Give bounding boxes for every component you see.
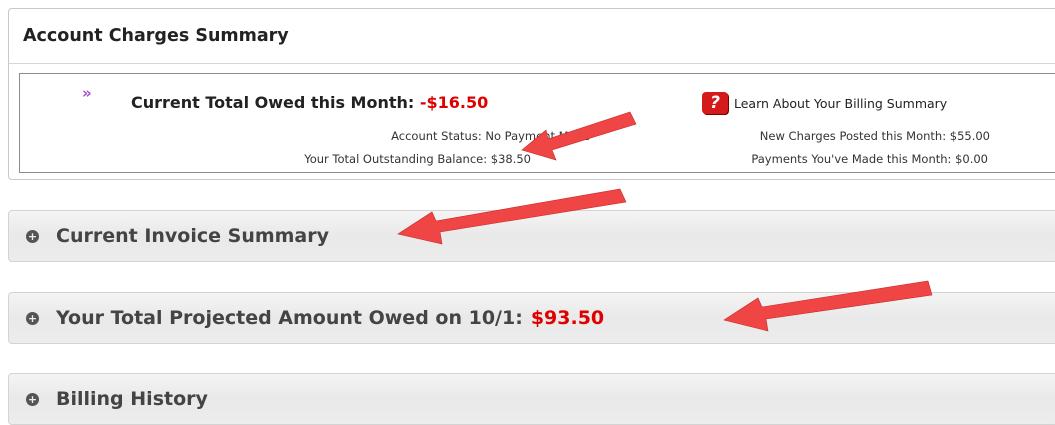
projected-amount-label: Your Total Projected Amount Owed on 10/1… [56, 307, 523, 329]
account-charges-panel: Account Charges Summary » Current Total … [8, 8, 1055, 180]
billing-history-accordion[interactable]: + Billing History [8, 373, 1055, 425]
expand-circle-icon: + [26, 229, 39, 243]
expand-circle-icon: + [26, 392, 39, 406]
new-charges: New Charges Posted this Month: $55.00 [759, 129, 990, 143]
learn-billing-label: Learn About Your Billing Summary [734, 95, 948, 111]
outstanding-balance: Your Total Outstanding Balance: $38.50 [304, 152, 531, 166]
current-owed-value: -$16.50 [419, 93, 489, 112]
chevron-right-double-icon: » [82, 84, 92, 102]
help-question-icon: ? [702, 92, 728, 114]
projected-amount-value: $93.50 [530, 307, 605, 329]
billing-history-label: Billing History [56, 388, 208, 410]
expand-circle-icon: + [26, 311, 39, 325]
current-owed-label: Current Total Owed this Month: [131, 93, 415, 112]
projected-amount-accordion[interactable]: + Your Total Projected Amount Owed on 10… [8, 292, 1055, 344]
account-status: Account Status: No Payment Made [391, 129, 590, 143]
current-invoice-accordion[interactable]: + Current Invoice Summary [8, 210, 1055, 262]
current-owed-line: Current Total Owed this Month: -$16.50 [131, 93, 488, 112]
current-invoice-label: Current Invoice Summary [56, 225, 330, 247]
learn-billing-link[interactable]: ? Learn About Your Billing Summary [702, 92, 947, 114]
billing-summary-box: » Current Total Owed this Month: -$16.50… [19, 73, 1055, 173]
payments-made: Payments You've Made this Month: $0.00 [751, 152, 988, 166]
panel-title: Account Charges Summary [9, 9, 1055, 64]
